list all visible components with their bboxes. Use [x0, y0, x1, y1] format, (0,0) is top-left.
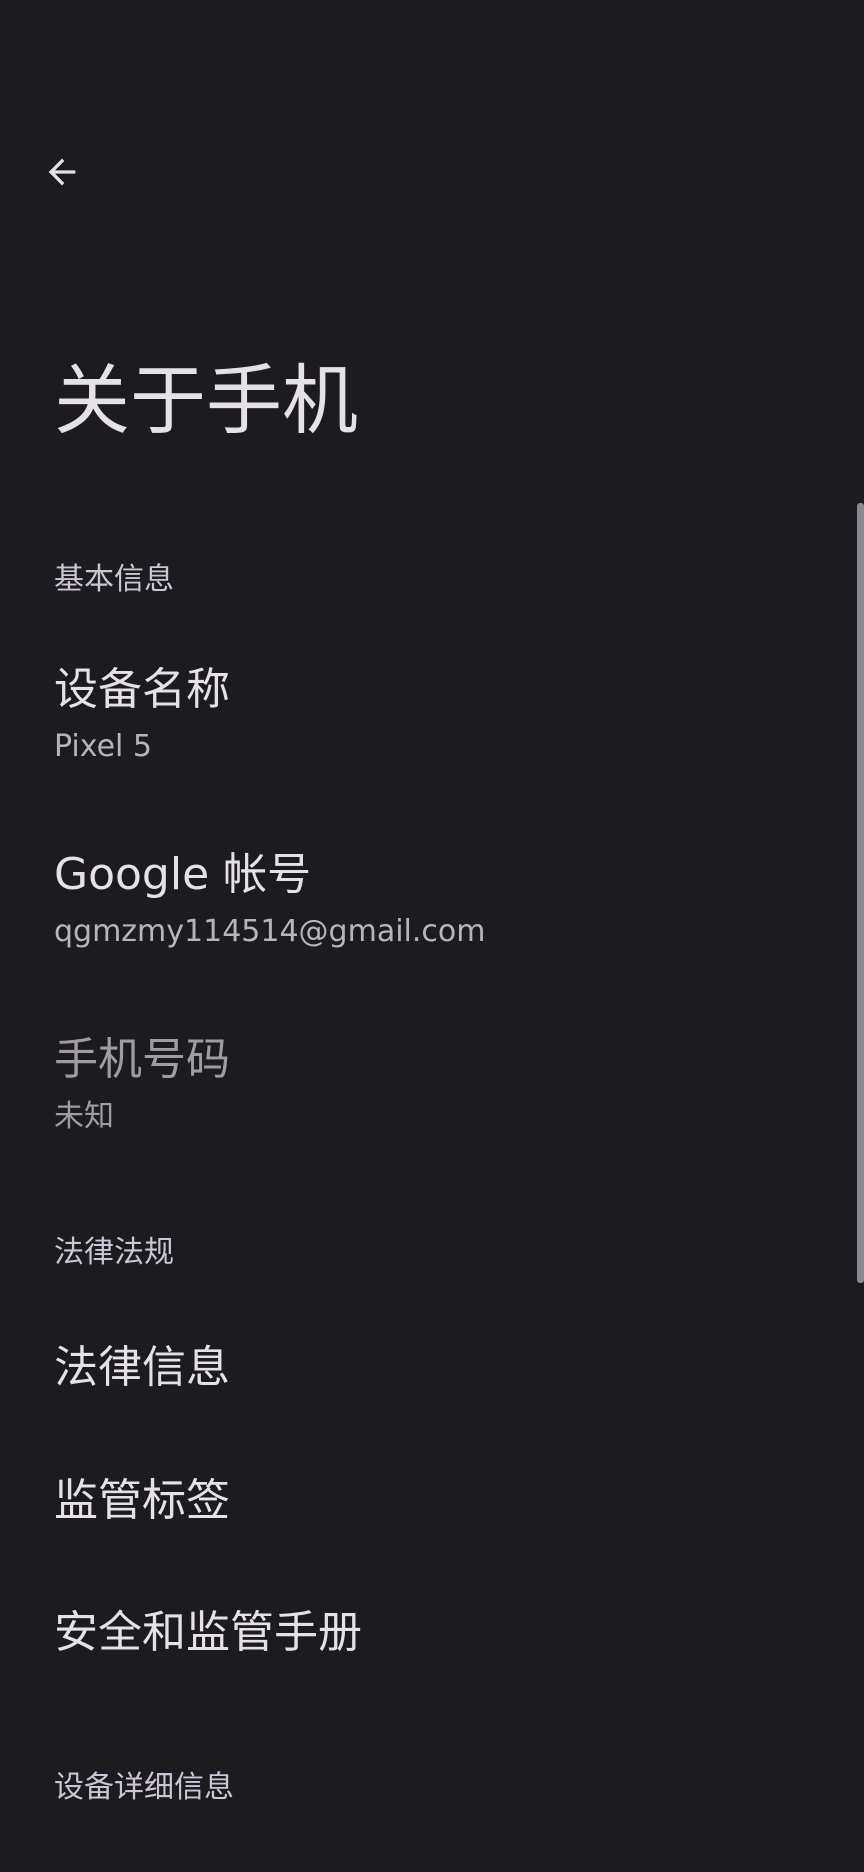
legal-info-item[interactable]: 法律信息 [0, 1310, 850, 1430]
regulatory-labels-title: 监管标签 [54, 1475, 230, 1526]
section-header-basic-info: 基本信息 [54, 562, 174, 597]
arrow-left-icon [48, 158, 76, 186]
google-account-title: Google 帐号 [54, 849, 312, 900]
phone-number-item: 手机号码 未知 [0, 1010, 850, 1160]
regulatory-labels-item[interactable]: 监管标签 [0, 1445, 850, 1565]
legal-info-title: 法律信息 [54, 1342, 230, 1393]
device-name-summary: Pixel 5 [54, 729, 153, 764]
back-button[interactable] [30, 140, 94, 204]
phone-number-title: 手机号码 [54, 1034, 230, 1085]
section-header-legal: 法律法规 [54, 1235, 174, 1270]
section-header-device-details: 设备详细信息 [54, 1770, 234, 1805]
phone-number-summary: 未知 [54, 1099, 114, 1134]
page-title: 关于手机 [54, 356, 358, 445]
google-account-item[interactable]: Google 帐号 qgmzmy114514@gmail.com [0, 825, 850, 975]
scrollbar[interactable] [857, 503, 864, 1283]
google-account-summary: qgmzmy114514@gmail.com [54, 914, 486, 949]
about-phone-screen: 关于手机 基本信息 设备名称 Pixel 5 Google 帐号 qgmzmy1… [0, 0, 864, 1872]
device-name-title: 设备名称 [54, 664, 230, 715]
safety-manual-title: 安全和监管手册 [54, 1607, 362, 1658]
safety-manual-item[interactable]: 安全和监管手册 [0, 1578, 850, 1698]
device-name-item[interactable]: 设备名称 Pixel 5 [0, 640, 850, 790]
